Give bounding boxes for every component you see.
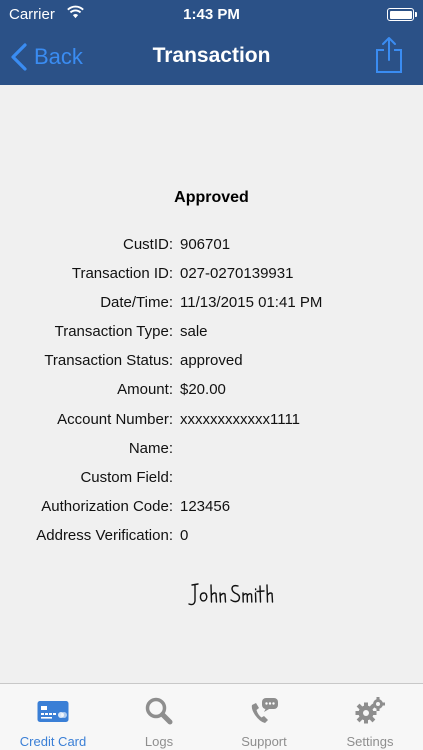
field-label: Address Verification: [36,526,173,544]
detail-row-transaction-id: Transaction ID: 027-0270139931 [0,259,423,288]
tab-support[interactable]: Support [211,684,317,750]
page-title: Transaction [152,44,271,67]
detail-row-custid: CustID: 906701 [0,230,423,259]
transaction-detail: Approved CustID: 906701 Transaction ID: … [0,85,423,683]
field-value: sale [180,323,208,341]
tab-bar: Credit Card Logs Support Settings [0,683,423,750]
field-label: Custom Field: [80,468,173,486]
phone-chat-icon [251,698,278,723]
field-value: $20.00 [180,381,226,399]
detail-row-custom-field: Custom Field: [0,463,423,492]
detail-row-transaction-type: Transaction Type: sale [0,317,423,346]
field-label: CustID: [122,236,173,253]
field-label: Amount: [117,381,173,399]
detail-row-transaction-status: Transaction Status: approved [0,346,423,375]
detail-row-account-number: Account Number: xxxxxxxxxxxx1111 [0,405,423,434]
field-value: 906701 [180,236,231,253]
field-label: Transaction Status: [44,352,173,370]
field-label: Name: [128,439,173,457]
battery-icon [387,8,417,21]
field-value: 027-0270139931 [180,265,294,283]
tab-settings[interactable]: Settings [317,684,423,750]
detail-row-name: Name: [0,434,423,463]
field-label: Date/Time: [100,294,173,312]
field-value: 11/13/2015 01:41 PM [180,294,323,312]
tab-label: Support [241,734,287,749]
credit-card-icon [37,701,69,722]
navigation-bar: Back Transaction [0,30,423,85]
field-label: Account Number: [57,410,173,428]
field-label: Transaction ID: [71,265,173,283]
magnifier-icon [145,697,173,725]
approval-status: Approved [174,189,249,206]
field-value: 0 [180,526,189,544]
field-value: 123456 [180,497,231,515]
tab-logs[interactable]: Logs [106,684,212,750]
detail-row-address-verification: Address Verification: 0 [0,521,423,550]
details-list: CustID: 906701 Transaction ID: 027-02701… [0,230,423,550]
tab-label: Credit Card [19,734,87,749]
status-bar: Carrier 1:43 PM [0,0,423,30]
tab-label: Logs [144,734,174,749]
field-value: xxxxxxxxxxxx1111 [180,410,301,428]
gears-icon [355,697,385,724]
tab-label: Settings [346,734,394,749]
signature-image [188,583,274,606]
clock: 1:43 PM [183,6,240,23]
field-label: Transaction Type: [54,323,173,341]
share-icon[interactable] [375,36,403,74]
detail-row-amount: Amount: $20.00 [0,375,423,404]
detail-row-authorization-code: Authorization Code: 123456 [0,492,423,521]
field-label: Authorization Code: [41,497,173,515]
detail-row-date-time: Date/Time: 11/13/2015 01:41 PM [0,288,423,317]
tab-credit-card[interactable]: Credit Card [0,684,106,750]
field-value: approved [180,352,243,370]
